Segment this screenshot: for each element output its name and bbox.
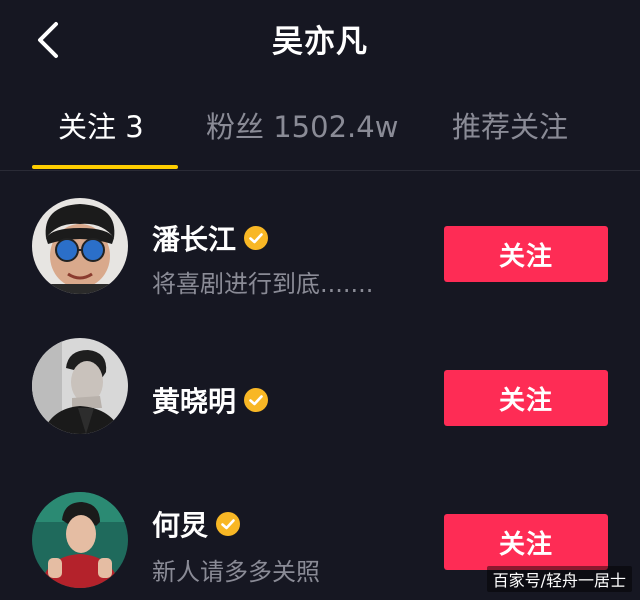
user-name-row: 何炅 [152,504,241,544]
avatar[interactable] [32,492,128,588]
following-screen: 吴亦凡 关注 3 粉丝 1502.4w 推荐关注 潘长江 将喜剧进行到底....… [0,0,640,600]
follow-button[interactable]: 关注 [444,226,608,282]
follow-button[interactable]: 关注 [444,514,608,570]
top-bar: 吴亦凡 [0,0,640,80]
user-bio: 将喜剧进行到底....... [152,270,374,298]
tab-recommend[interactable]: 推荐关注 [452,104,568,146]
user-name[interactable]: 潘长江 [152,218,236,258]
follow-button[interactable]: 关注 [444,370,608,426]
avatar[interactable] [32,338,128,434]
avatar[interactable] [32,198,128,294]
user-name-row: 黄晓明 [152,380,269,420]
tab-bar: 关注 3 粉丝 1502.4w 推荐关注 [0,96,640,171]
user-name[interactable]: 何炅 [152,504,208,544]
page-title: 吴亦凡 [272,24,368,60]
verified-badge-icon [244,226,269,250]
user-name[interactable]: 黄晓明 [152,380,236,420]
verified-badge-icon [216,512,241,536]
list-item[interactable]: 潘长江 将喜剧进行到底....... 关注 [0,176,640,316]
user-bio: 新人请多多关照 [152,558,320,586]
verified-badge-icon [244,388,269,412]
tab-following[interactable]: 关注 3 [58,104,144,146]
list-item[interactable]: 黄晓明 关注 [0,316,640,456]
tab-fans[interactable]: 粉丝 1502.4w [206,104,398,146]
user-name-row: 潘长江 [152,218,269,258]
watermark: 百家号/轻舟一居士 [486,566,632,592]
active-tab-indicator [32,165,178,169]
